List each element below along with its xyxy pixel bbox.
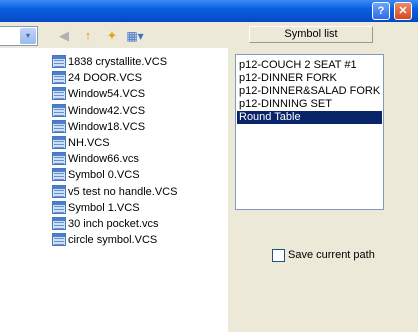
symbol-listbox[interactable]: p12-COUCH 2 SEAT #1 p12-DINNER FORK p12-DI… [235, 54, 384, 210]
symbol-list-item[interactable]: p12-COUCH 2 SEAT #1 [237, 59, 382, 72]
back-icon[interactable]: ◀ [56, 28, 72, 44]
vcs-file-icon [52, 55, 66, 68]
symbol-list-item[interactable]: Round Table [237, 111, 382, 124]
vcs-file-icon [52, 217, 66, 230]
file-label: 24 DOOR.VCS [68, 72, 142, 85]
file-label: Window66.vcs [68, 153, 139, 166]
file-label: v5 test no handle.VCS [68, 185, 178, 198]
file-label: Window54.VCS [68, 88, 146, 101]
vcs-file-icon [52, 152, 66, 166]
file-label: 1838 crystallite.VCS [68, 56, 168, 68]
close-icon: ✕ [398, 5, 408, 17]
close-button[interactable]: ✕ [394, 2, 412, 20]
file-label: Symbol 0.VCS [68, 169, 140, 182]
file-list[interactable]: 1838 crystallite.VCS 24 DOOR.VCS Window54.… [0, 48, 228, 332]
file-label: circle symbol.VCS [68, 234, 158, 247]
vcs-file-icon [52, 168, 66, 182]
symbol-list-item[interactable]: p12-DINNING SET [237, 98, 382, 111]
vcs-file-icon [52, 103, 66, 117]
new-folder-icon[interactable]: ✦ [103, 28, 121, 44]
vcs-file-icon [52, 87, 66, 101]
chevron-down-icon[interactable]: ▾ [20, 28, 36, 44]
vcs-file-icon [52, 136, 66, 149]
vcs-file-icon [52, 71, 66, 85]
up-folder-icon[interactable]: ↑ [79, 28, 97, 44]
help-button[interactable]: ? [372, 2, 390, 20]
vcs-file-icon [52, 119, 66, 133]
vcs-file-icon [52, 233, 66, 247]
help-icon: ? [377, 5, 385, 17]
file-label: NH.VCS [68, 137, 110, 149]
vcs-file-icon [52, 184, 66, 198]
view-menu-icon[interactable]: ▦▾ [124, 28, 146, 44]
file-label: Symbol 1.VCS [68, 201, 140, 214]
file-label: 30 inch pocket.vcs [68, 218, 159, 230]
save-path-checkbox[interactable] [272, 249, 285, 262]
look-in-dropdown[interactable]: ▾ [0, 26, 38, 46]
window-titlebar: ? ✕ [0, 0, 418, 22]
file-label: Window18.VCS [68, 120, 146, 133]
vcs-file-icon [52, 200, 66, 214]
file-label: Window42.VCS [68, 104, 146, 117]
symbol-list-header: Symbol list [249, 26, 373, 43]
save-path-label: Save current path [288, 249, 375, 261]
symbol-list-item[interactable]: p12-DINNER&SALAD FORK [237, 85, 382, 98]
symbol-list-item[interactable]: p12-DINNER FORK [237, 72, 382, 85]
